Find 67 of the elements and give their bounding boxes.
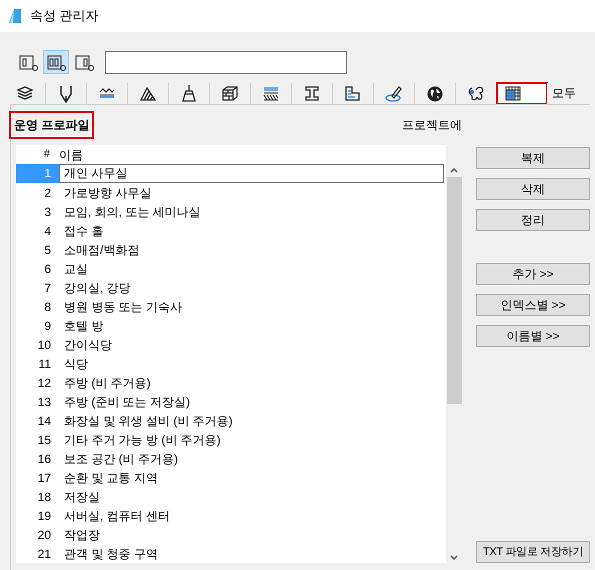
row-number: 1 bbox=[16, 164, 59, 183]
row-number: 5 bbox=[43, 242, 52, 258]
row-number: 11 bbox=[38, 356, 52, 372]
name-cell[interactable]: 접수 홀 bbox=[59, 222, 104, 240]
tab[interactable] bbox=[497, 83, 547, 104]
action-button[interactable]: 이름별 >> bbox=[476, 325, 590, 347]
name-cell[interactable]: 순환 및 교통 지역 bbox=[59, 468, 158, 486]
name-cell[interactable]: 서버실, 컴퓨터 센터 bbox=[59, 506, 170, 524]
action-button[interactable]: 삭제 bbox=[476, 178, 590, 200]
blob-shapes-icon bbox=[466, 84, 486, 103]
name-cell[interactable]: 저장실 bbox=[59, 488, 100, 506]
row-number: 19 bbox=[36, 508, 52, 524]
name-cell[interactable]: 개인 사무실 bbox=[59, 164, 444, 183]
name-cell[interactable]: 강의실, 강당 bbox=[59, 278, 131, 296]
row-number: 7 bbox=[43, 280, 52, 296]
row-number: 20 bbox=[36, 526, 52, 544]
row-number: 9 bbox=[43, 318, 52, 334]
action-button[interactable]: 정리 bbox=[476, 209, 590, 231]
name-cell[interactable]: 화장실 및 위생 설비 (비 주거용) bbox=[59, 412, 233, 430]
name-cell[interactable]: 식당 bbox=[59, 354, 88, 372]
row-number: 15 bbox=[36, 432, 52, 448]
name-cell[interactable]: 주방 (준비 또는 저장실) bbox=[59, 392, 190, 410]
pen-surface-icon bbox=[384, 84, 404, 103]
action-button[interactable]: TXT 파일로 저장하기 bbox=[476, 541, 590, 563]
row-number: 13 bbox=[36, 394, 52, 410]
row-number: 12 bbox=[36, 374, 52, 392]
action-button[interactable]: 추가 >> bbox=[476, 263, 590, 285]
name-cell[interactable]: 기타 주거 가능 방 (비 주거용) bbox=[59, 430, 221, 448]
name-cell[interactable]: 가로방향 사무실 bbox=[59, 184, 152, 202]
row-number: 2 bbox=[43, 184, 52, 202]
scroll-thumb[interactable] bbox=[446, 177, 462, 404]
hatch-fill-icon bbox=[138, 84, 158, 103]
app-logo-icon bbox=[8, 8, 22, 24]
table-grid-icon bbox=[503, 84, 523, 103]
action-button[interactable]: 복제 bbox=[476, 147, 590, 169]
column-header[interactable]: # bbox=[16, 146, 54, 163]
row-number: 6 bbox=[43, 260, 52, 278]
name-cell[interactable]: 보조 공간 (비 주거용) bbox=[59, 450, 178, 468]
name-cell[interactable]: 작업장 bbox=[59, 526, 100, 544]
name-cell[interactable]: 호텔 방 bbox=[59, 316, 104, 334]
scroll-down-icon[interactable] bbox=[450, 555, 458, 560]
name-cell[interactable]: 모임, 회의, 또는 세미나실 bbox=[59, 202, 201, 220]
view-button[interactable] bbox=[43, 50, 69, 74]
globe-icon bbox=[425, 84, 445, 103]
section-title: 운영 프로파일 bbox=[11, 113, 92, 137]
brick-icon bbox=[220, 84, 240, 103]
action-button[interactable]: 인덱스별 >> bbox=[476, 294, 590, 316]
scope-label: 프로젝트에 bbox=[402, 117, 462, 134]
row-number: 17 bbox=[36, 470, 52, 486]
row-number: 4 bbox=[43, 222, 52, 240]
name-cell[interactable]: 주방 (비 주거용) bbox=[59, 374, 151, 392]
name-cell[interactable]: 소매점/백화점 bbox=[59, 240, 140, 258]
row-number: 18 bbox=[36, 488, 52, 506]
row-number: 10 bbox=[36, 336, 52, 354]
row-number: 14 bbox=[36, 412, 52, 430]
name-cell[interactable]: 관객 및 청중 구역 bbox=[59, 544, 158, 562]
column-header[interactable]: 이름 bbox=[54, 146, 83, 164]
row-number: 16 bbox=[36, 450, 52, 468]
row-number: 3 bbox=[43, 204, 52, 220]
row-number: 21 bbox=[36, 546, 52, 562]
scroll-up-icon[interactable] bbox=[450, 168, 458, 173]
name-cell[interactable]: 교실 bbox=[59, 260, 88, 278]
name-cell[interactable]: 병원 병동 또는 기숙사 bbox=[59, 298, 182, 316]
search-field[interactable] bbox=[105, 50, 347, 74]
window-title: 속성 관리자 bbox=[30, 7, 99, 26]
name-cell[interactable]: 간이식당 bbox=[59, 336, 112, 354]
row-number: 8 bbox=[43, 298, 52, 316]
